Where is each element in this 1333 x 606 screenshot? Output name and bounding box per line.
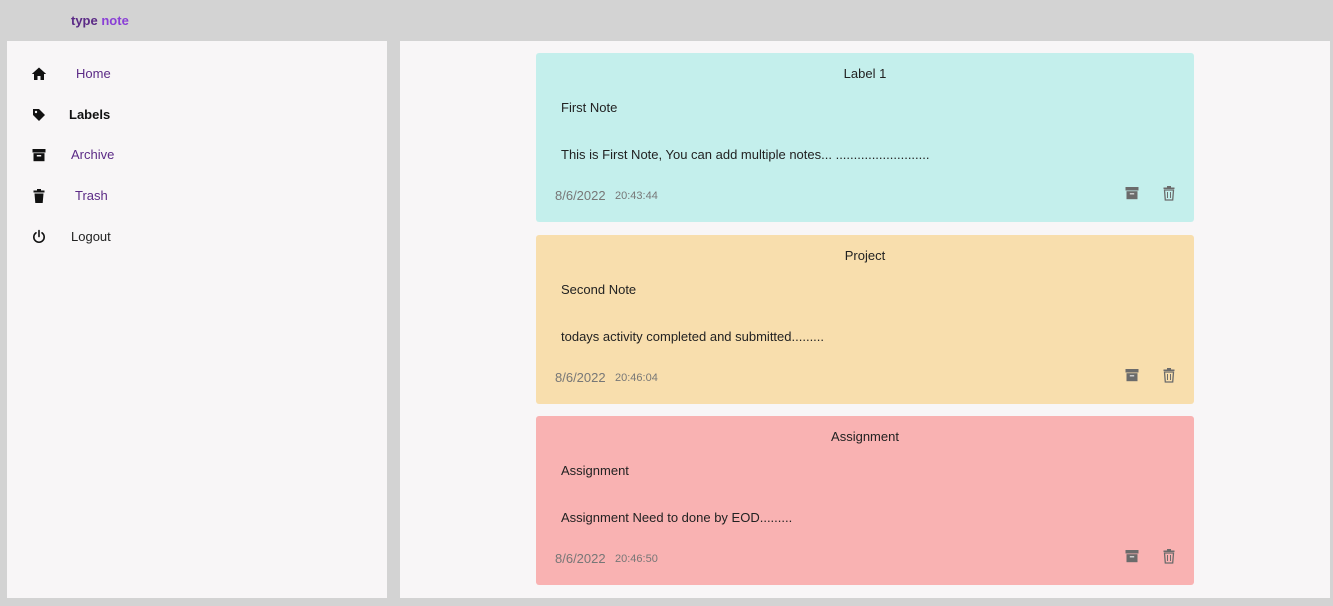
notes-panel: Label 1 First Note This is First Note, Y…: [400, 41, 1330, 598]
sidebar-item-label: Home: [76, 66, 111, 81]
note-title: First Note: [561, 100, 618, 115]
note-title: Assignment: [561, 463, 629, 478]
sidebar-item-label: Trash: [75, 188, 108, 203]
sidebar-item-label: Logout: [71, 229, 111, 244]
archive-icon[interactable]: [1124, 367, 1140, 383]
note-time: 20:46:50: [615, 553, 658, 565]
tag-icon: [31, 107, 47, 123]
app-logo[interactable]: type note: [71, 13, 129, 28]
power-icon: [31, 229, 47, 245]
top-bar: type note: [0, 0, 1333, 41]
trash-icon[interactable]: [1161, 367, 1177, 383]
sidebar-item-label: Labels: [69, 107, 111, 122]
home-icon: [31, 66, 47, 82]
note-content: Assignment Need to done by EOD.........: [561, 510, 793, 525]
note-time: 20:43:44: [615, 190, 658, 202]
archive-icon[interactable]: [1124, 548, 1140, 564]
note-date: 8/6/2022: [555, 370, 606, 385]
brand-part-2: note: [101, 13, 129, 28]
note-time: 20:46:04: [615, 372, 658, 384]
sidebar-item-labels[interactable]: Labels: [7, 99, 387, 131]
sidebar: Home Labels Archive Trash Logout: [7, 41, 387, 598]
sidebar-item-archive[interactable]: Archive: [7, 139, 387, 171]
sidebar-item-logout[interactable]: Logout: [7, 221, 387, 253]
sidebar-item-label: Archive: [71, 147, 115, 162]
note-card[interactable]: Label 1 First Note This is First Note, Y…: [536, 53, 1194, 222]
note-label: Project: [844, 248, 886, 263]
note-content: todays activity completed and submitted.…: [561, 329, 825, 344]
note-date: 8/6/2022: [555, 551, 606, 566]
note-title: Second Note: [561, 282, 637, 297]
trash-icon[interactable]: [1161, 548, 1177, 564]
sidebar-item-home[interactable]: Home: [7, 58, 387, 90]
note-content: This is First Note, You can add multiple…: [561, 147, 930, 162]
trash-icon[interactable]: [1161, 185, 1177, 201]
note-card[interactable]: Project Second Note todays activity comp…: [536, 235, 1194, 404]
trash-icon: [31, 188, 47, 204]
note-label: Label 1: [843, 66, 887, 81]
archive-icon: [31, 147, 47, 163]
sidebar-item-trash[interactable]: Trash: [7, 180, 387, 212]
brand-part-1: type: [71, 13, 98, 28]
note-card[interactable]: Assignment Assignment Assignment Need to…: [536, 416, 1194, 585]
note-label: Assignment: [831, 429, 899, 444]
note-date: 8/6/2022: [555, 188, 606, 203]
archive-icon[interactable]: [1124, 185, 1140, 201]
